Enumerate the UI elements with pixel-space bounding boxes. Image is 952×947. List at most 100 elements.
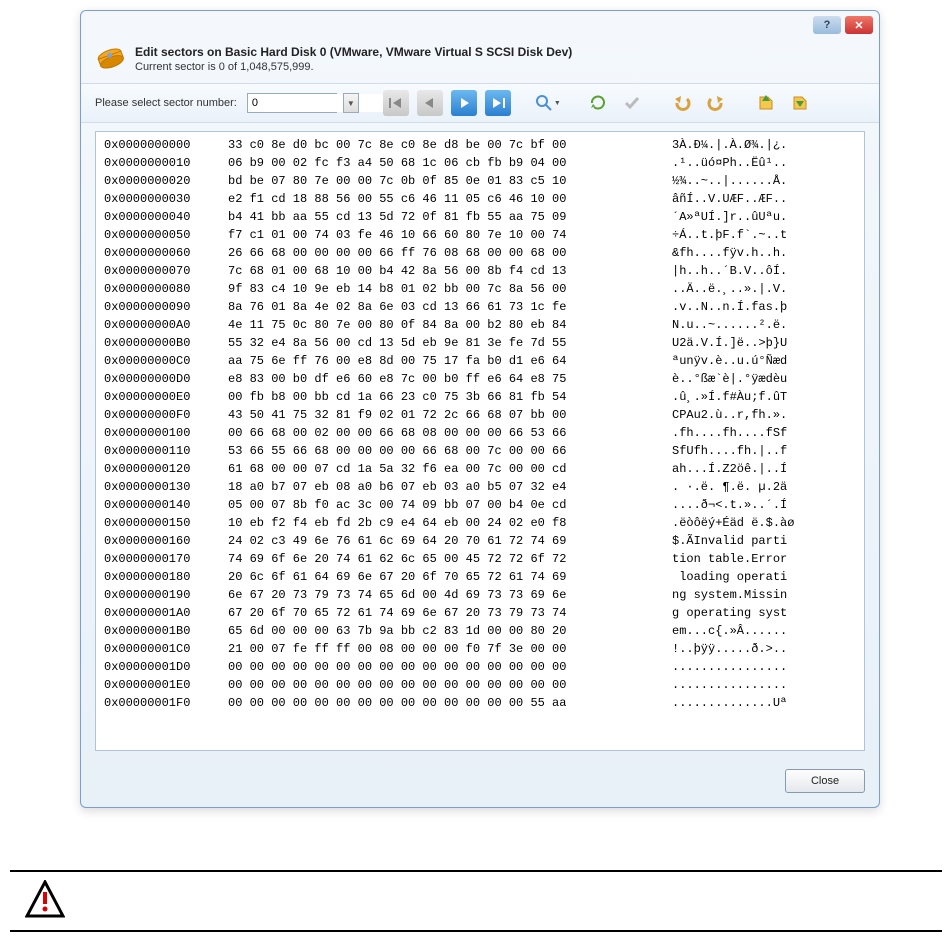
hex-bytes[interactable]: 00 00 00 00 00 00 00 00 00 00 00 00 00 0… bbox=[228, 658, 658, 676]
hex-bytes[interactable]: e8 83 00 b0 df e6 60 e8 7c 00 b0 ff e6 6… bbox=[228, 370, 658, 388]
hex-bytes[interactable]: 00 66 68 00 02 00 00 66 68 08 00 00 00 6… bbox=[228, 424, 658, 442]
hex-bytes[interactable]: e2 f1 cd 18 88 56 00 55 c6 46 11 05 c6 4… bbox=[228, 190, 658, 208]
hex-ascii[interactable]: ah...Í.Z2öê.|..Í bbox=[672, 460, 856, 478]
hex-row[interactable]: 0x00000000E000 fb b8 00 bb cd 1a 66 23 c… bbox=[104, 388, 856, 406]
hex-row[interactable]: 0x000000013018 a0 b7 07 eb 08 a0 b6 07 e… bbox=[104, 478, 856, 496]
hex-row[interactable]: 0x000000010000 66 68 00 02 00 00 66 68 0… bbox=[104, 424, 856, 442]
hex-ascii[interactable]: ................ bbox=[672, 658, 856, 676]
hex-row[interactable]: 0x00000001D000 00 00 00 00 00 00 00 00 0… bbox=[104, 658, 856, 676]
hex-row[interactable]: 0x00000000A04e 11 75 0c 80 7e 00 80 0f 8… bbox=[104, 316, 856, 334]
hex-bytes[interactable]: 18 a0 b7 07 eb 08 a0 b6 07 eb 03 a0 b5 0… bbox=[228, 478, 658, 496]
hex-row[interactable]: 0x000000016024 02 c3 49 6e 76 61 6c 69 6… bbox=[104, 532, 856, 550]
hex-row[interactable]: 0x0000000020bd be 07 80 7e 00 00 7c 0b 0… bbox=[104, 172, 856, 190]
close-button[interactable]: Close bbox=[785, 769, 865, 793]
hex-viewer[interactable]: 0x000000000033 c0 8e d0 bc 00 7c 8e c0 8… bbox=[95, 131, 865, 751]
hex-row[interactable]: 0x0000000040b4 41 bb aa 55 cd 13 5d 72 0… bbox=[104, 208, 856, 226]
hex-bytes[interactable]: 26 66 68 00 00 00 00 66 ff 76 08 68 00 0… bbox=[228, 244, 658, 262]
hex-row[interactable]: 0x00000001E000 00 00 00 00 00 00 00 00 0… bbox=[104, 676, 856, 694]
hex-bytes[interactable]: 05 00 07 8b f0 ac 3c 00 74 09 bb 07 00 b… bbox=[228, 496, 658, 514]
hex-ascii[interactable]: âñÍ..V.UÆF..ÆF.. bbox=[672, 190, 856, 208]
hex-ascii[interactable]: ..............Uª bbox=[672, 694, 856, 712]
sector-number-input[interactable] bbox=[248, 94, 398, 112]
hex-bytes[interactable]: 43 50 41 75 32 81 f9 02 01 72 2c 66 68 0… bbox=[228, 406, 658, 424]
hex-ascii[interactable]: 3À.Ð¼.|.À.Ø¾.|¿. bbox=[672, 136, 856, 154]
nav-last-button[interactable] bbox=[485, 90, 511, 116]
hex-row[interactable]: 0x0000000030e2 f1 cd 18 88 56 00 55 c6 4… bbox=[104, 190, 856, 208]
hex-ascii[interactable]: .v..N..n.Í.fas.þ bbox=[672, 298, 856, 316]
hex-ascii[interactable]: ªunÿv.è..u.ú°Ñæd bbox=[672, 352, 856, 370]
apply-button[interactable] bbox=[619, 90, 645, 116]
hex-row[interactable]: 0x00000000F043 50 41 75 32 81 f9 02 01 7… bbox=[104, 406, 856, 424]
hex-ascii[interactable]: !..þÿÿ.....ð.>.. bbox=[672, 640, 856, 658]
hex-ascii[interactable]: ................ bbox=[672, 676, 856, 694]
hex-bytes[interactable]: 24 02 c3 49 6e 76 61 6c 69 64 20 70 61 7… bbox=[228, 532, 658, 550]
hex-ascii[interactable]: N.u..~......².ë. bbox=[672, 316, 856, 334]
hex-bytes[interactable]: 33 c0 8e d0 bc 00 7c 8e c0 8e d8 be 00 7… bbox=[228, 136, 658, 154]
import-button[interactable] bbox=[753, 90, 779, 116]
nav-next-button[interactable] bbox=[451, 90, 477, 116]
hex-ascii[interactable]: è..°ßæ`è|.°ÿædèu bbox=[672, 370, 856, 388]
hex-ascii[interactable]: |h..h..´B.V..ôÍ. bbox=[672, 262, 856, 280]
hex-ascii[interactable]: .fh....fh....fSf bbox=[672, 424, 856, 442]
hex-bytes[interactable]: 00 00 00 00 00 00 00 00 00 00 00 00 00 0… bbox=[228, 694, 658, 712]
hex-row[interactable]: 0x00000000B055 32 e4 8a 56 00 cd 13 5d e… bbox=[104, 334, 856, 352]
hex-bytes[interactable]: 53 66 55 66 68 00 00 00 00 66 68 00 7c 0… bbox=[228, 442, 658, 460]
close-window-button[interactable]: ✕ bbox=[845, 16, 873, 34]
export-button[interactable] bbox=[787, 90, 813, 116]
hex-bytes[interactable]: b4 41 bb aa 55 cd 13 5d 72 0f 81 fb 55 a… bbox=[228, 208, 658, 226]
hex-bytes[interactable]: 6e 67 20 73 79 73 74 65 6d 00 4d 69 73 7… bbox=[228, 586, 658, 604]
hex-bytes[interactable]: 8a 76 01 8a 4e 02 8a 6e 03 cd 13 66 61 7… bbox=[228, 298, 658, 316]
hex-row[interactable]: 0x00000000908a 76 01 8a 4e 02 8a 6e 03 c… bbox=[104, 298, 856, 316]
hex-bytes[interactable]: 7c 68 01 00 68 10 00 b4 42 8a 56 00 8b f… bbox=[228, 262, 658, 280]
hex-bytes[interactable]: 67 20 6f 70 65 72 61 74 69 6e 67 20 73 7… bbox=[228, 604, 658, 622]
hex-bytes[interactable]: bd be 07 80 7e 00 00 7c 0b 0f 85 0e 01 8… bbox=[228, 172, 658, 190]
hex-row[interactable]: 0x000000017074 69 6f 6e 20 74 61 62 6c 6… bbox=[104, 550, 856, 568]
hex-bytes[interactable]: aa 75 6e ff 76 00 e8 8d 00 75 17 fa b0 d… bbox=[228, 352, 658, 370]
undo-button[interactable] bbox=[669, 90, 695, 116]
nav-first-button[interactable] bbox=[383, 90, 409, 116]
hex-ascii[interactable]: ..Ä..ë.¸..».|.V. bbox=[672, 280, 856, 298]
help-button[interactable]: ? bbox=[813, 16, 841, 34]
hex-ascii[interactable]: ....ð¬<.t.»..´.Í bbox=[672, 496, 856, 514]
hex-ascii[interactable]: tion table.Error bbox=[672, 550, 856, 568]
hex-ascii[interactable]: ´A»ªUÍ.]r..ûUªu. bbox=[672, 208, 856, 226]
hex-ascii[interactable]: em...c{.»Â...... bbox=[672, 622, 856, 640]
hex-row[interactable]: 0x00000001F000 00 00 00 00 00 00 00 00 0… bbox=[104, 694, 856, 712]
hex-bytes[interactable]: 9f 83 c4 10 9e eb 14 b8 01 02 bb 00 7c 8… bbox=[228, 280, 658, 298]
hex-row[interactable]: 0x00000000809f 83 c4 10 9e eb 14 b8 01 0… bbox=[104, 280, 856, 298]
hex-row[interactable]: 0x0000000050f7 c1 01 00 74 03 fe 46 10 6… bbox=[104, 226, 856, 244]
hex-row[interactable]: 0x00000001A067 20 6f 70 65 72 61 74 69 6… bbox=[104, 604, 856, 622]
hex-ascii[interactable]: . ·.ë. ¶.ë. µ.2ä bbox=[672, 478, 856, 496]
hex-bytes[interactable]: 55 32 e4 8a 56 00 cd 13 5d eb 9e 81 3e f… bbox=[228, 334, 658, 352]
redo-button[interactable] bbox=[703, 90, 729, 116]
hex-ascii[interactable]: ½¾..~..|......Å. bbox=[672, 172, 856, 190]
hex-bytes[interactable]: 00 fb b8 00 bb cd 1a 66 23 c0 75 3b 66 8… bbox=[228, 388, 658, 406]
hex-bytes[interactable]: 00 00 00 00 00 00 00 00 00 00 00 00 00 0… bbox=[228, 676, 658, 694]
hex-row[interactable]: 0x000000001006 b9 00 02 fc f3 a4 50 68 1… bbox=[104, 154, 856, 172]
hex-row[interactable]: 0x000000012061 68 00 00 07 cd 1a 5a 32 f… bbox=[104, 460, 856, 478]
hex-bytes[interactable]: 06 b9 00 02 fc f3 a4 50 68 1c 06 cb fb b… bbox=[228, 154, 658, 172]
hex-row[interactable]: 0x00000000C0aa 75 6e ff 76 00 e8 8d 00 7… bbox=[104, 352, 856, 370]
hex-bytes[interactable]: 74 69 6f 6e 20 74 61 62 6c 65 00 45 72 7… bbox=[228, 550, 658, 568]
hex-bytes[interactable]: 21 00 07 fe ff ff 00 08 00 00 00 f0 7f 3… bbox=[228, 640, 658, 658]
hex-row[interactable]: 0x000000014005 00 07 8b f0 ac 3c 00 74 0… bbox=[104, 496, 856, 514]
hex-bytes[interactable]: 10 eb f2 f4 eb fd 2b c9 e4 64 eb 00 24 0… bbox=[228, 514, 658, 532]
hex-row[interactable]: 0x00000000D0e8 83 00 b0 df e6 60 e8 7c 0… bbox=[104, 370, 856, 388]
refresh-button[interactable] bbox=[585, 90, 611, 116]
hex-bytes[interactable]: f7 c1 01 00 74 03 fe 46 10 66 60 80 7e 1… bbox=[228, 226, 658, 244]
hex-ascii[interactable]: SfUfh....fh.|..f bbox=[672, 442, 856, 460]
sector-dropdown-button[interactable]: ▼ bbox=[343, 93, 359, 113]
hex-ascii[interactable]: CPAu2.ù..r,fh.». bbox=[672, 406, 856, 424]
hex-ascii[interactable]: .ëòôëý+Éäd ë.$.àø bbox=[672, 514, 856, 532]
hex-ascii[interactable]: loading operati bbox=[672, 568, 856, 586]
hex-ascii[interactable]: U2ä.V.Í.]ë..>þ}U bbox=[672, 334, 856, 352]
hex-ascii[interactable]: ÷Á..t.þF.f`.~..t bbox=[672, 226, 856, 244]
hex-row[interactable]: 0x00000001B065 6d 00 00 00 63 7b 9a bb c… bbox=[104, 622, 856, 640]
hex-row[interactable]: 0x00000001C021 00 07 fe ff ff 00 08 00 0… bbox=[104, 640, 856, 658]
hex-bytes[interactable]: 20 6c 6f 61 64 69 6e 67 20 6f 70 65 72 6… bbox=[228, 568, 658, 586]
hex-ascii[interactable]: .û¸.»Í.f#Àu;f.ûT bbox=[672, 388, 856, 406]
hex-ascii[interactable]: ng system.Missin bbox=[672, 586, 856, 604]
hex-ascii[interactable]: &fh....fÿv.h..h. bbox=[672, 244, 856, 262]
nav-prev-button[interactable] bbox=[417, 90, 443, 116]
hex-ascii[interactable]: .¹..üó¤Ph..Ëû¹.. bbox=[672, 154, 856, 172]
